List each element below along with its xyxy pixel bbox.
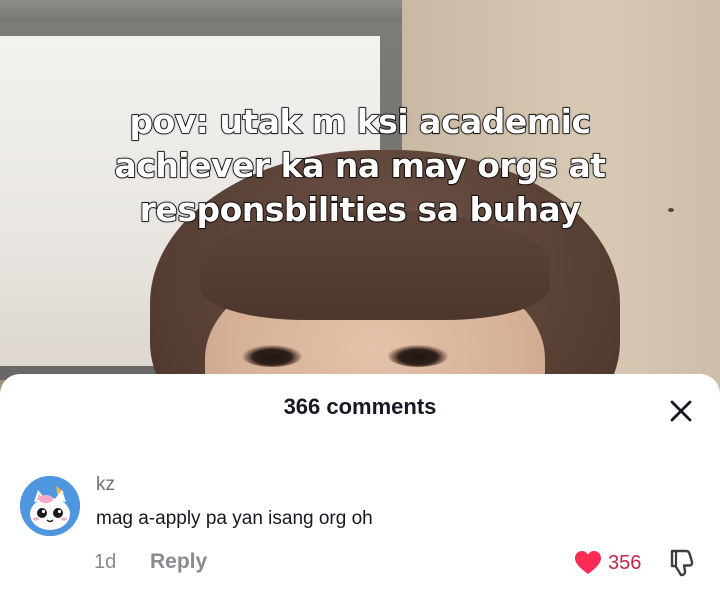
comment-text: mag a-apply pa yan isang org oh xyxy=(96,508,373,529)
comment-username[interactable]: kz xyxy=(96,474,115,496)
wall-mark xyxy=(668,208,674,212)
like-button[interactable]: 356 xyxy=(574,549,641,577)
close-icon[interactable] xyxy=(666,396,696,426)
window-blind xyxy=(0,0,420,22)
comments-count-title: 366 comments xyxy=(283,394,437,419)
dislike-button[interactable] xyxy=(668,548,696,578)
comments-sheet: 366 comments kz mag a-apply pa yan isang… xyxy=(0,374,720,599)
reply-button[interactable]: Reply xyxy=(150,550,207,574)
comment-timestamp: 1d xyxy=(94,551,117,573)
tiktok-screen: pov: utak m ksi academic achiever ka na … xyxy=(0,0,720,599)
heart-icon xyxy=(575,551,601,574)
person-right-eye xyxy=(388,345,448,367)
cat-unicorn-avatar-icon xyxy=(20,476,80,536)
thumbs-down-icon xyxy=(670,549,694,577)
person-left-eye xyxy=(242,345,302,367)
video-frame[interactable]: pov: utak m ksi academic achiever ka na … xyxy=(0,0,720,400)
like-count: 356 xyxy=(608,551,642,574)
video-caption: pov: utak m ksi academic achiever ka na … xyxy=(114,101,607,230)
avatar[interactable] xyxy=(20,476,80,536)
comment-item: kz mag a-apply pa yan isang org oh 1d Re… xyxy=(0,468,720,578)
